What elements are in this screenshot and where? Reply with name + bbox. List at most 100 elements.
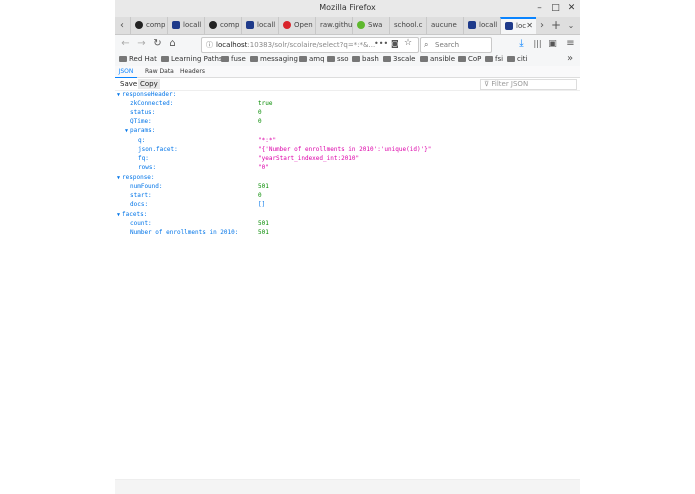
minimize-button[interactable]: – bbox=[533, 2, 546, 15]
bookmark-sso[interactable]: sso bbox=[327, 55, 349, 63]
bookmark-label: Red Hat bbox=[129, 55, 157, 63]
solr-icon bbox=[246, 21, 254, 29]
bookmark-label: sso bbox=[337, 55, 349, 63]
tree-value: "*:*" bbox=[258, 137, 277, 144]
forward-arrow-icon[interactable]: → bbox=[135, 37, 148, 51]
tree-row-response[interactable]: ▼ response: bbox=[117, 173, 155, 182]
bookmark-bash[interactable]: bash bbox=[352, 55, 379, 63]
tree-value: 501 bbox=[258, 183, 269, 190]
expand-twisty-icon[interactable]: ▼ bbox=[117, 92, 120, 98]
bookmark-label: messaging bbox=[260, 55, 298, 63]
tree-row: json.facet: "{'Number of enrollments in 2… bbox=[138, 145, 580, 154]
tab-7[interactable]: Swa bbox=[352, 17, 389, 34]
tab-1[interactable]: comp bbox=[130, 17, 167, 34]
save-button[interactable]: Save bbox=[120, 80, 137, 88]
tab-10[interactable]: locall bbox=[463, 17, 500, 34]
bookmark-label: fsi bbox=[495, 55, 504, 63]
tree-row: q: "*:*" bbox=[138, 136, 580, 145]
info-icon[interactable]: ⓘ bbox=[206, 40, 213, 50]
tree-key: start: bbox=[130, 192, 152, 199]
pocket-icon[interactable]: ◙ bbox=[391, 39, 399, 48]
tree-key: fq: bbox=[138, 155, 149, 162]
more-bookmarks-chevron-icon[interactable]: » bbox=[567, 53, 573, 64]
tab-11-active[interactable]: loc ✕ bbox=[500, 17, 536, 34]
tree-value: 501 bbox=[258, 220, 269, 227]
bookmark-amq[interactable]: amq bbox=[299, 55, 325, 63]
tree-row-facets[interactable]: ▼ facets: bbox=[117, 210, 147, 219]
copy-button[interactable]: Copy bbox=[138, 79, 160, 89]
tree-key: zkConnected: bbox=[130, 100, 174, 107]
bookmark-fuse[interactable]: fuse bbox=[221, 55, 246, 63]
tab-5[interactable]: Open bbox=[278, 17, 315, 34]
downloads-icon[interactable]: ⤓ bbox=[515, 37, 528, 51]
tab-8[interactable]: school.c bbox=[389, 17, 426, 34]
bookmark-learning-paths[interactable]: Learning Paths bbox=[161, 55, 223, 63]
bookmark-citi[interactable]: citi bbox=[507, 55, 527, 63]
sidebar-icon[interactable]: ▣ bbox=[546, 37, 559, 51]
expand-twisty-icon[interactable]: ▼ bbox=[117, 175, 120, 181]
menu-icon[interactable]: ≡ bbox=[564, 37, 577, 51]
tree-value: true bbox=[258, 100, 273, 107]
tree-row: status: 0 bbox=[130, 108, 580, 117]
url-bar[interactable]: ⓘ localhost:10383/solr/scolaire/select?q… bbox=[201, 37, 419, 53]
tab-label: locall bbox=[257, 21, 276, 29]
library-icon[interactable]: ||| bbox=[531, 37, 544, 51]
folder-icon bbox=[485, 56, 493, 62]
tab-4[interactable]: locall bbox=[241, 17, 278, 34]
navigation-bar: ← → ↻ ⌂ ⓘ localhost:10383/solr/scolaire/… bbox=[115, 35, 580, 53]
list-tabs-chevron-down-icon[interactable]: ⌄ bbox=[565, 17, 577, 34]
search-input[interactable]: ⌕ Search bbox=[420, 37, 492, 53]
bookmark-label: ansible bbox=[430, 55, 456, 63]
tab-9[interactable]: aucune bbox=[426, 17, 463, 34]
tab-label: Open bbox=[294, 21, 313, 29]
json-viewer-tabs: JSON Raw Data Headers bbox=[115, 66, 580, 79]
folder-icon bbox=[250, 56, 258, 62]
github-icon bbox=[135, 21, 143, 29]
expand-twisty-icon[interactable]: ▼ bbox=[117, 212, 120, 218]
tree-row-responseheader[interactable]: ▼ responseHeader: bbox=[117, 90, 176, 99]
bookmark-red-hat[interactable]: Red Hat bbox=[119, 55, 157, 63]
solr-icon bbox=[172, 21, 180, 29]
tree-key: docs: bbox=[130, 201, 149, 208]
bookmark-ansible[interactable]: ansible bbox=[420, 55, 455, 63]
tab-raw-data[interactable]: Raw Data bbox=[145, 68, 174, 75]
new-tab-button[interactable]: + bbox=[549, 17, 563, 34]
tree-row: QTime: 0 bbox=[130, 117, 580, 126]
solr-icon bbox=[468, 21, 476, 29]
search-icon: ⌕ bbox=[424, 40, 429, 49]
bookmark-star-icon[interactable]: ☆ bbox=[404, 38, 412, 48]
scroll-tabs-left-icon[interactable]: ‹ bbox=[117, 17, 127, 34]
expand-twisty-icon[interactable]: ▼ bbox=[125, 128, 128, 134]
url-path: :10383/solr/scolaire/select?q=*:*&... bbox=[247, 41, 376, 49]
page-actions-icon[interactable]: ••• bbox=[374, 39, 388, 48]
tree-row: Number of enrollments in 2010: 501 bbox=[130, 228, 580, 237]
tab-3[interactable]: comp bbox=[204, 17, 241, 34]
maximize-button[interactable]: □ bbox=[549, 2, 562, 15]
bookmark-cop[interactable]: CoP bbox=[458, 55, 481, 63]
folder-icon bbox=[458, 56, 466, 62]
close-tab-icon[interactable]: ✕ bbox=[526, 21, 533, 30]
bookmark-fsi[interactable]: fsi bbox=[485, 55, 503, 63]
bookmark-3scale[interactable]: 3scale bbox=[383, 55, 416, 63]
reload-icon[interactable]: ↻ bbox=[151, 37, 164, 51]
tab-6[interactable]: raw.githu bbox=[315, 17, 352, 34]
close-window-button[interactable]: ✕ bbox=[565, 2, 578, 15]
home-icon[interactable]: ⌂ bbox=[166, 37, 179, 51]
url-host: localhost bbox=[216, 41, 248, 49]
back-arrow-icon[interactable]: ← bbox=[119, 37, 132, 51]
search-placeholder: Search bbox=[435, 41, 460, 49]
tab-label: comp bbox=[220, 21, 240, 29]
scroll-tabs-right-icon[interactable]: › bbox=[537, 17, 547, 34]
filter-json-input[interactable]: ⊽ Filter JSON bbox=[480, 79, 577, 90]
tree-key: count: bbox=[130, 220, 152, 227]
tab-label: comp bbox=[146, 21, 166, 29]
json-toolbar: Save Copy ⊽ Filter JSON bbox=[115, 78, 580, 91]
tab-label: Swa bbox=[368, 21, 383, 29]
tree-value: "0" bbox=[258, 164, 269, 171]
bookmark-messaging[interactable]: messaging bbox=[250, 55, 298, 63]
tab-headers[interactable]: Headers bbox=[180, 68, 205, 75]
tab-2[interactable]: locall bbox=[167, 17, 204, 34]
title-bar: Mozilla Firefox – □ ✕ bbox=[115, 0, 580, 17]
tab-strip: ‹ comp locall comp locall Open raw.githu… bbox=[115, 17, 580, 35]
tree-row-params[interactable]: ▼ params: bbox=[125, 126, 155, 135]
